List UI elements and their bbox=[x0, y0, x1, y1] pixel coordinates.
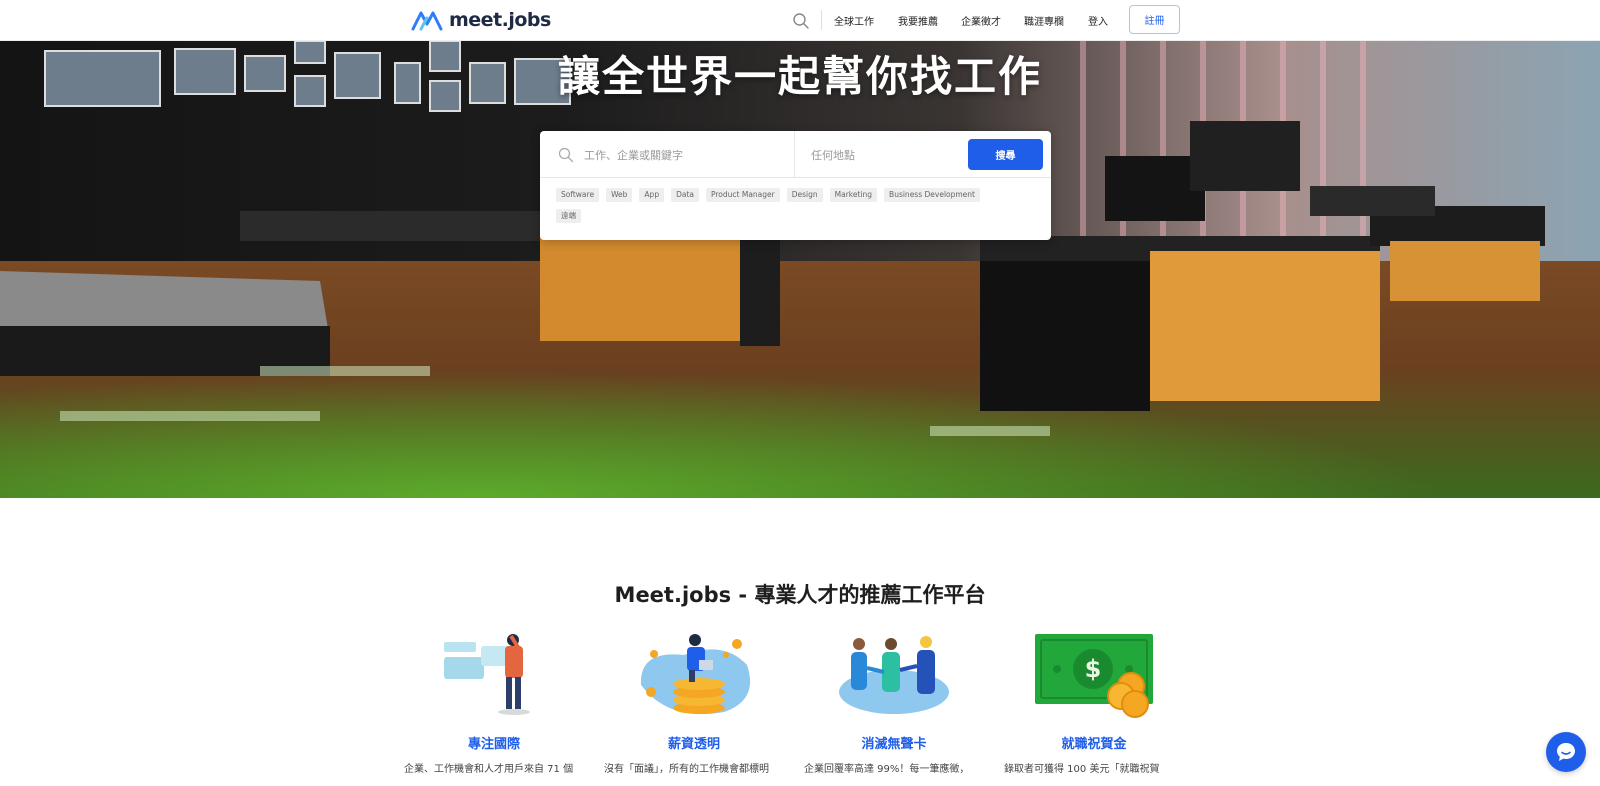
nav-divider bbox=[821, 10, 822, 30]
tag-business-development[interactable]: Business Development bbox=[884, 188, 980, 202]
feature-salary-transparency: 薪資透明 沒有「面議」，所有的工作機會都標明 bbox=[604, 630, 784, 775]
salary-illustration-icon bbox=[640, 634, 751, 715]
top-navigation-bar: meet.jobs 全球工作 我要推薦 企業徵才 職涯專欄 登入 註冊 bbox=[0, 0, 1600, 41]
job-search-card: 搜尋 Software Web App Data Product Manager… bbox=[540, 131, 1051, 240]
feature-description: 企業回覆率高達 99%！每一筆應徵， bbox=[804, 764, 970, 775]
chat-icon bbox=[1557, 743, 1575, 761]
tag-remote[interactable]: 遠端 bbox=[556, 209, 581, 223]
international-illustration-icon bbox=[444, 634, 530, 715]
feature-no-ghosting: 消滅無聲卡 企業回覆率高達 99%！每一筆應徵， bbox=[804, 630, 984, 775]
logo-text: meet.jobs bbox=[449, 9, 551, 31]
search-button[interactable]: 搜尋 bbox=[968, 139, 1043, 170]
svg-text:$: $ bbox=[1085, 655, 1102, 683]
nav-login[interactable]: 登入 bbox=[1088, 13, 1108, 28]
feature-title: 消滅無聲卡 bbox=[861, 737, 927, 752]
nav-global-jobs[interactable]: 全球工作 bbox=[834, 13, 874, 28]
search-icon bbox=[558, 147, 574, 163]
feature-title: 專注國際 bbox=[467, 737, 520, 752]
nav-career-blog[interactable]: 職涯專欄 bbox=[1024, 13, 1064, 28]
feature-description: 錄取者可獲得 100 美元「就職祝賀 bbox=[1004, 764, 1160, 775]
tag-web[interactable]: Web bbox=[606, 188, 633, 202]
search-icon[interactable] bbox=[792, 12, 810, 30]
hero-banner: 讓全世界一起幫你找工作 搜尋 Software Web App Data Pro… bbox=[0, 41, 1600, 498]
feature-title: 就職祝賀金 bbox=[1061, 737, 1127, 752]
logo-mark-icon bbox=[411, 11, 443, 31]
popular-tags: Software Web App Data Product Manager De… bbox=[556, 188, 1006, 223]
chat-support-button[interactable] bbox=[1546, 732, 1586, 772]
handshake-illustration-icon bbox=[839, 636, 949, 714]
cash-bonus-illustration-icon: $ bbox=[1035, 634, 1153, 718]
tag-design[interactable]: Design bbox=[786, 188, 823, 202]
feature-international: 專注國際 企業、工作機會和人才用戶來自 71 個 bbox=[404, 630, 584, 775]
tag-app[interactable]: App bbox=[639, 188, 665, 202]
nav-referral[interactable]: 我要推薦 bbox=[898, 13, 938, 28]
feature-description: 沒有「面議」，所有的工作機會都標明 bbox=[604, 764, 769, 775]
hero-title: 讓全世界一起幫你找工作 bbox=[557, 52, 1042, 101]
tag-product-manager[interactable]: Product Manager bbox=[706, 188, 780, 202]
tag-software[interactable]: Software bbox=[556, 188, 600, 202]
tag-marketing[interactable]: Marketing bbox=[829, 188, 878, 202]
search-row: 搜尋 bbox=[540, 131, 1051, 178]
tag-data[interactable]: Data bbox=[671, 188, 699, 202]
nav-employers[interactable]: 企業徵才 bbox=[961, 13, 1001, 28]
feature-description: 企業、工作機會和人才用戶來自 71 個 bbox=[404, 764, 574, 775]
feature-title: 薪資透明 bbox=[667, 737, 720, 752]
location-input[interactable] bbox=[811, 141, 951, 169]
section-title: Meet.jobs - 專業人才的推薦工作平台 bbox=[614, 583, 986, 607]
feature-onboarding-bonus: $ 就職祝賀金 錄取者可獲得 100 美元「就職祝賀 bbox=[1004, 630, 1184, 775]
register-button[interactable]: 註冊 bbox=[1129, 5, 1180, 34]
keyword-search-input[interactable] bbox=[584, 141, 824, 169]
hero-background-image bbox=[0, 41, 1600, 498]
search-divider bbox=[794, 131, 795, 178]
meet-jobs-logo[interactable]: meet.jobs bbox=[411, 8, 551, 32]
